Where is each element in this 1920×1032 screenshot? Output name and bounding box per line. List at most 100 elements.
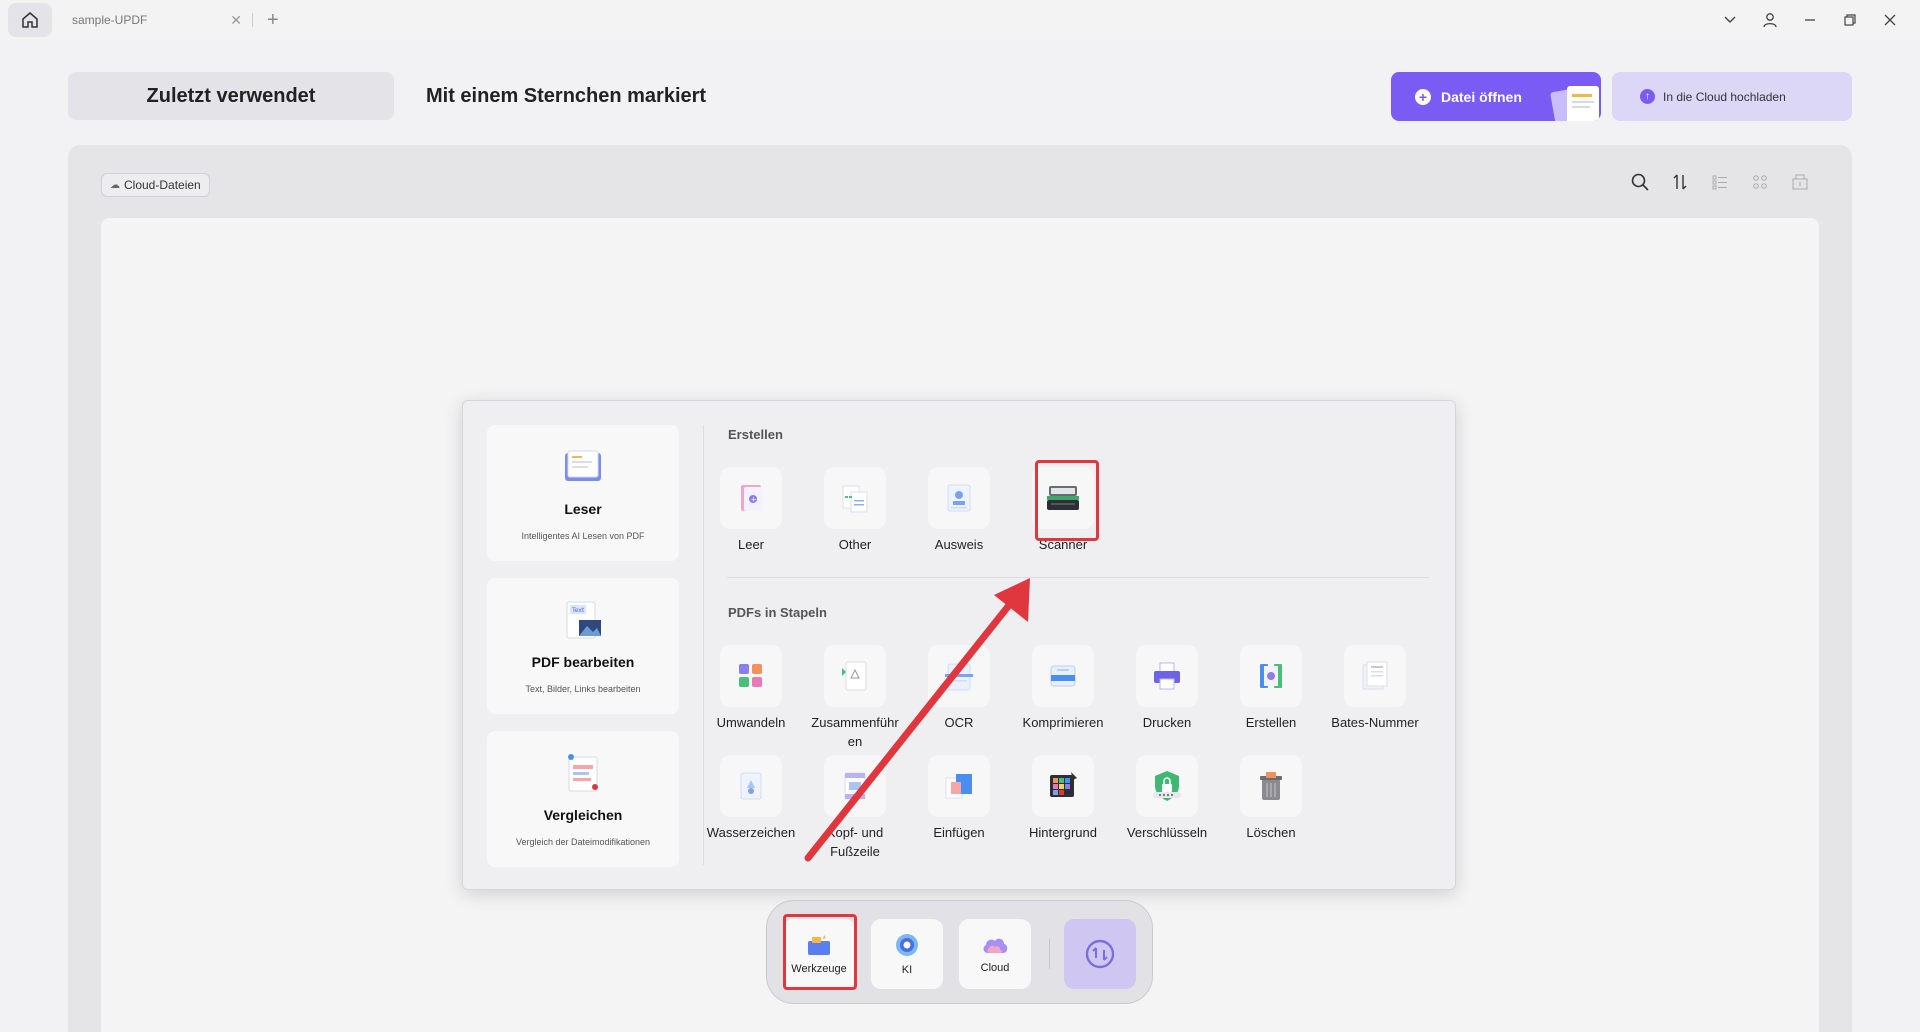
edit-pdf-icon: Text: [566, 601, 601, 639]
tab-label: sample-UPDF: [72, 13, 148, 27]
search-icon[interactable]: [1628, 170, 1652, 194]
tool-convert[interactable]: Umwandeln: [706, 645, 796, 732]
tool-ocr-label: OCR: [944, 715, 974, 730]
dock-cloud-label: Cloud: [980, 962, 1010, 974]
cloud-upload-button[interactable]: ↑ In die Cloud hochladen: [1612, 72, 1852, 121]
compare-title: Vergleichen: [543, 807, 623, 823]
view-toolbar: [1628, 170, 1812, 194]
ocr-icon: [945, 663, 973, 691]
minimize-icon[interactable]: [1790, 0, 1830, 40]
dock-cloud-button[interactable]: Cloud: [959, 919, 1031, 989]
blank-page-icon: +: [741, 485, 762, 511]
cloud-icon: [983, 938, 1008, 953]
cloud-upload-label: In die Cloud hochladen: [1663, 89, 1786, 104]
tool-blank-label: Leer: [737, 537, 765, 552]
dock-ai-button[interactable]: KI: [871, 919, 943, 989]
tool-bates-number[interactable]: Bates-Nummer: [1330, 645, 1420, 732]
other-document-icon: [842, 485, 868, 513]
tool-watermark[interactable]: Wasserzeichen: [706, 755, 796, 842]
tab-recent[interactable]: Zuletzt verwendet: [68, 72, 394, 120]
home-button[interactable]: [8, 3, 52, 37]
create-section-title: Erstellen: [728, 427, 783, 442]
trash-icon: [1260, 772, 1282, 800]
tools-highlight: [783, 914, 857, 990]
user-icon[interactable]: [1750, 0, 1790, 40]
chevron-down-icon[interactable]: [1710, 0, 1750, 40]
close-window-icon[interactable]: [1870, 0, 1910, 40]
create-pdf-icon: [1260, 664, 1282, 688]
archive-icon[interactable]: [1788, 170, 1812, 194]
tab-separator: [252, 13, 253, 27]
open-file-button[interactable]: + Datei öffnen: [1391, 72, 1601, 121]
tool-create-label: Erstellen: [1245, 715, 1297, 730]
title-bar: sample-UPDF ✕ +: [0, 0, 1920, 40]
reader-title: Leser: [564, 501, 602, 517]
restore-icon[interactable]: [1830, 0, 1870, 40]
home-icon: [22, 12, 38, 28]
lock-icon: [1153, 771, 1181, 801]
dock-separator: [1049, 939, 1050, 969]
tool-print[interactable]: Drucken: [1122, 645, 1212, 732]
tool-insert[interactable]: Einfügen: [914, 755, 1004, 842]
tool-encrypt[interactable]: Verschlüsseln: [1122, 755, 1212, 842]
tool-background-label: Hintergrund: [1029, 825, 1097, 840]
grid-view-icon[interactable]: [1748, 170, 1772, 194]
section-divider: [727, 577, 1429, 578]
cloud-files-filter[interactable]: ☁ Cloud-Dateien: [101, 173, 210, 197]
tool-other[interactable]: Other: [810, 467, 900, 554]
upload-icon: ↑: [1640, 89, 1655, 104]
printer-icon: [1154, 662, 1180, 690]
insert-icon: [945, 774, 972, 799]
tab-starred[interactable]: Mit einem Sternchen markiert: [426, 72, 706, 120]
history-icon: [1085, 939, 1115, 969]
tool-ocr[interactable]: OCR: [914, 645, 1004, 732]
add-tab-icon[interactable]: +: [267, 9, 279, 32]
tool-merge[interactable]: Zusammenführen: [810, 645, 900, 751]
cloud-files-label: Cloud-Dateien: [124, 178, 201, 192]
compare-icon: [568, 754, 598, 792]
edit-pdf-card[interactable]: Text PDF bearbeiten Text, Bilder, Links …: [487, 578, 679, 714]
sort-icon[interactable]: [1668, 170, 1692, 194]
tool-watermark-label: Wasserzeichen: [706, 825, 796, 840]
tool-bates-number-label: Bates-Nummer: [1331, 715, 1419, 730]
plus-icon: +: [1415, 88, 1431, 105]
watermark-icon: [740, 772, 762, 800]
scanner-highlight: [1035, 460, 1099, 541]
tools-popup: Leser Intelligentes AI Lesen von PDF Tex…: [462, 400, 1456, 890]
batch-section-title: PDFs in Stapeln: [728, 605, 827, 620]
list-view-icon[interactable]: [1708, 170, 1732, 194]
window-controls: [1710, 0, 1910, 40]
convert-icon: [739, 664, 762, 687]
compare-subtitle: Vergleich der Dateimodifikationen: [515, 837, 651, 847]
documents-illustration-icon: [1550, 86, 1599, 121]
id-card-icon: [947, 484, 971, 512]
dock-ai-label: KI: [901, 964, 913, 976]
tool-id-card[interactable]: Ausweis: [914, 467, 1004, 554]
cloud-icon: ☁: [110, 179, 120, 191]
popup-divider: [703, 425, 704, 865]
bates-number-icon: [1362, 661, 1388, 690]
tool-background[interactable]: Hintergrund: [1018, 755, 1108, 842]
ai-icon: [896, 934, 918, 956]
svg-text:+: +: [751, 496, 757, 504]
svg-text:Text: Text: [571, 607, 585, 614]
tool-compress[interactable]: Komprimieren: [1018, 645, 1108, 732]
compress-icon: [1050, 665, 1076, 687]
tool-merge-label: Zusammenführen: [811, 715, 899, 749]
reader-icon: [565, 450, 601, 481]
document-tab[interactable]: sample-UPDF ✕: [52, 0, 252, 40]
tool-convert-label: Umwandeln: [716, 715, 786, 730]
compare-card[interactable]: Vergleichen Vergleich der Dateimodifikat…: [487, 731, 679, 867]
header-footer-icon: [844, 772, 866, 800]
tool-create[interactable]: Erstellen: [1226, 645, 1316, 732]
tool-encrypt-label: Verschlüsseln: [1126, 825, 1208, 840]
tool-delete-label: Löschen: [1246, 825, 1296, 840]
tool-header-footer[interactable]: Kopf- und Fußzeile: [810, 755, 900, 861]
reader-card[interactable]: Leser Intelligentes AI Lesen von PDF: [487, 425, 679, 561]
tool-other-label: Other: [838, 537, 872, 552]
close-tab-icon[interactable]: ✕: [230, 12, 242, 29]
dock-history-button[interactable]: [1064, 919, 1136, 989]
tool-blank[interactable]: + Leer: [706, 467, 796, 554]
tool-header-footer-label: Kopf- und Fußzeile: [826, 825, 884, 859]
tool-delete[interactable]: Löschen: [1226, 755, 1316, 842]
